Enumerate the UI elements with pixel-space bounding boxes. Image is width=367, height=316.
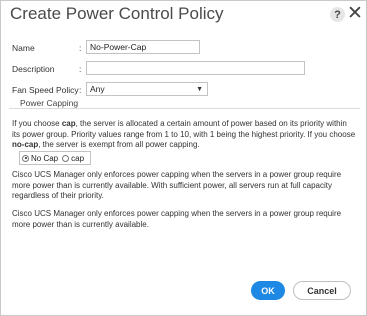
help-icon[interactable]: ? — [330, 7, 345, 22]
radio-no-cap-label: No Cap — [31, 153, 59, 163]
power-capping-radio-group: No Cap cap — [19, 151, 92, 165]
para-nocap-keyword: no-cap — [12, 140, 39, 149]
power-capping-heading: Power Capping — [18, 98, 81, 108]
description-colon: : — [79, 64, 82, 74]
radio-no-cap[interactable]: No Cap — [22, 154, 58, 163]
power-capping-description: If you choose cap, the server is allocat… — [12, 119, 357, 151]
close-icon[interactable]: ✕ — [347, 4, 363, 23]
name-label: Name — [12, 43, 35, 53]
fan-speed-policy-colon: : — [79, 85, 82, 95]
section-divider — [9, 108, 360, 109]
fan-speed-policy-label: Fan Speed Policy — [12, 85, 79, 95]
radio-cap-dot — [62, 154, 70, 162]
radio-cap-label: cap — [71, 153, 85, 163]
chevron-down-icon: ▼ — [196, 86, 203, 93]
description-label: Description — [12, 64, 55, 74]
name-input[interactable]: No-Power-Cap — [86, 40, 200, 54]
radio-cap[interactable]: cap — [62, 154, 84, 163]
para-cap-keyword: cap — [61, 119, 76, 128]
dialog-title: Create Power Control Policy — [10, 4, 224, 23]
fan-speed-policy-value: Any — [90, 84, 105, 94]
description-input[interactable] — [86, 61, 305, 75]
power-capping-note-2: Cisco UCS Manager only enforces power ca… — [12, 209, 342, 229]
power-capping-note: Cisco UCS Manager only enforces power ca… — [12, 170, 342, 200]
para-text-1: If you choose — [12, 119, 62, 128]
radio-no-cap-dot — [22, 154, 29, 162]
name-colon: : — [79, 43, 82, 53]
fan-speed-policy-select[interactable]: Any ▼ — [86, 82, 208, 96]
para-text-3: , the server is exempt from all power ca… — [38, 140, 200, 149]
ok-button[interactable]: OK — [251, 281, 285, 300]
create-power-control-policy-dialog: Create Power Control Policy ? ✕ Name : N… — [0, 0, 367, 316]
cancel-button[interactable]: Cancel — [293, 281, 351, 300]
